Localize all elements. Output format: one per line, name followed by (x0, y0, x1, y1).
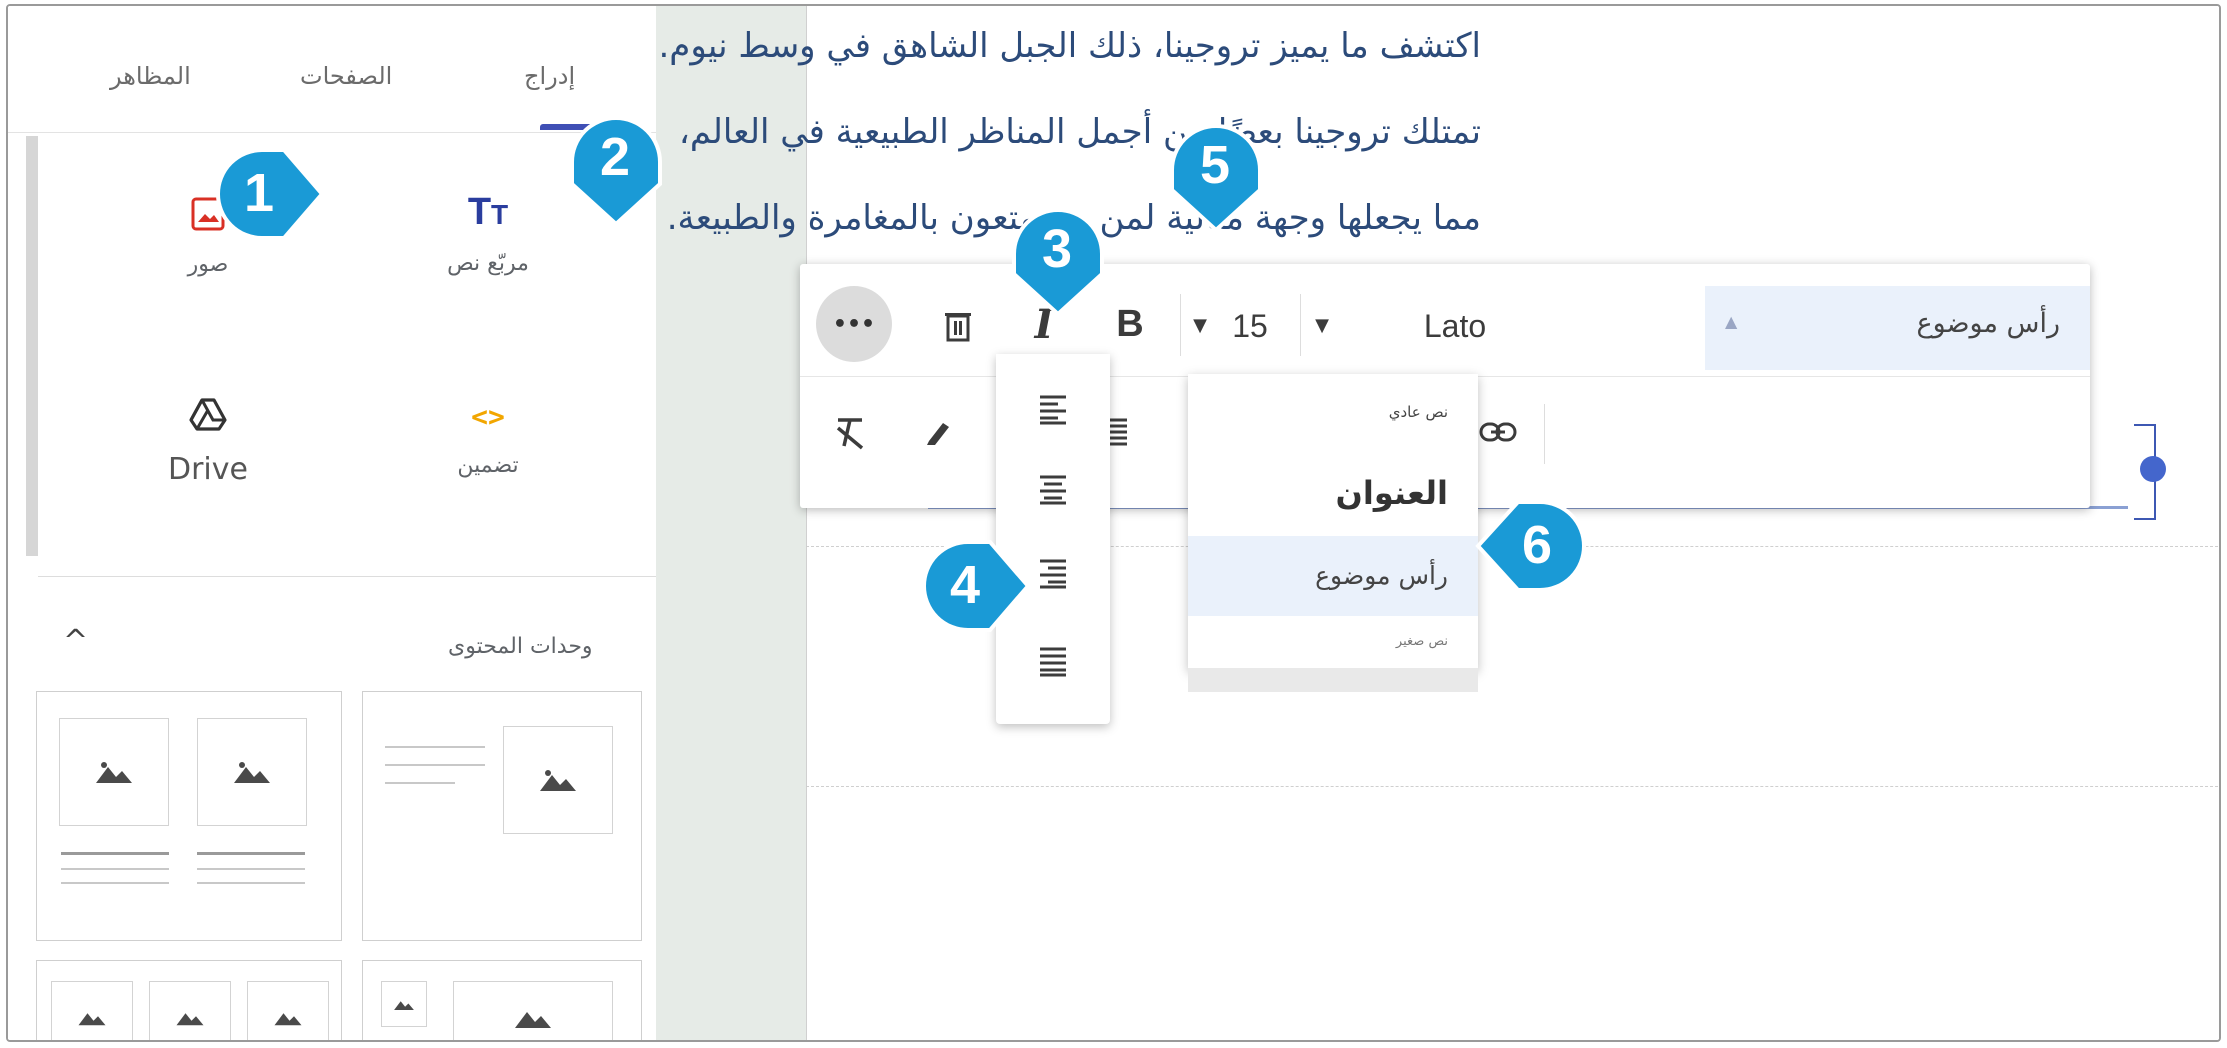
style-option-normal[interactable]: نص عادي (1188, 374, 1478, 450)
pencil-icon (927, 423, 949, 445)
align-center-option[interactable] (1026, 462, 1080, 516)
panel-scrollbar[interactable] (26, 136, 38, 556)
font-size-value[interactable]: 15 (1220, 296, 1280, 356)
image-placeholder-icon (149, 981, 231, 1040)
bold-button[interactable]: B (1100, 292, 1160, 356)
image-placeholder-icon (51, 981, 133, 1040)
trash-icon (945, 313, 971, 342)
align-left-icon (1040, 395, 1066, 425)
layout-card-text-image[interactable] (362, 691, 642, 941)
callout-number: 3 (1042, 219, 1073, 279)
style-dropdown-arrow: ▲ (1725, 312, 1738, 331)
embed-code-icon: <> (471, 400, 505, 433)
chevron-up-icon[interactable]: ^ (63, 624, 88, 659)
caption-line (197, 868, 305, 870)
highlight-button[interactable] (906, 400, 970, 464)
insert-embed-label: تضمين (457, 453, 519, 478)
style-dropdown-value: رأس موضوع (1916, 308, 2060, 339)
style-option-small-row: نص صغير (1188, 616, 1478, 668)
text-line (385, 764, 485, 766)
align-justify-option[interactable] (1026, 634, 1080, 688)
toolbar-separator (1300, 294, 1301, 356)
clear-formatting-button[interactable] (818, 400, 882, 464)
callout-number: 1 (244, 163, 275, 223)
tab-pages[interactable]: الصفحات (300, 62, 392, 90)
insert-drive[interactable]: Drive (133, 396, 283, 487)
app-frame: إدراج الصفحات المظاهر صور TT مربّع نص Dr… (6, 4, 2221, 1042)
caption-line (61, 868, 169, 870)
callout-number: 4 (950, 555, 981, 615)
callout-number: 2 (600, 127, 631, 187)
image-placeholder-icon (197, 718, 307, 826)
tab-themes[interactable]: المظاهر (110, 62, 191, 90)
style-option-heading[interactable]: رأس موضوع (1188, 536, 1478, 616)
callout-number: 6 (1522, 515, 1553, 575)
layout-card-image-grid[interactable] (362, 960, 642, 1040)
insert-textbox[interactable]: TT مربّع نص (408, 192, 568, 276)
font-name-value[interactable]: Lato (1400, 296, 1510, 356)
font-dropdown-arrow[interactable]: ▼ (1310, 300, 1334, 350)
resize-handle[interactable] (2140, 456, 2166, 482)
caption-line (61, 852, 169, 855)
caption-line (61, 882, 169, 884)
caption-line (197, 882, 305, 884)
body-text-line[interactable]: اكتشف ما يميز تروجينا، ذلك الجبل الشاهق … (658, 26, 1481, 66)
layout-card-two-images[interactable] (36, 691, 342, 941)
align-center-icon (1040, 475, 1066, 505)
font-size-dropdown-arrow[interactable]: ▼ (1188, 300, 1212, 350)
clear-format-icon (836, 418, 864, 450)
style-option-small[interactable]: نص صغير (1188, 616, 1478, 668)
align-justify-icon (1040, 647, 1066, 677)
text-line (385, 746, 485, 748)
toolbar-separator (1544, 404, 1545, 464)
image-placeholder-icon (381, 981, 427, 1027)
callout-badge (922, 540, 1031, 632)
toolbar-separator (1180, 294, 1181, 356)
layout-card-three-images[interactable] (36, 960, 342, 1040)
insert-textbox-label: مربّع نص (447, 251, 529, 276)
more-options-button[interactable]: ••• (816, 286, 892, 362)
content-blocks-title: وحدات المحتوى (448, 634, 593, 659)
panel-tabs: إدراج الصفحات المظاهر (8, 6, 656, 134)
image-placeholder-icon (59, 718, 169, 826)
body-text-line[interactable]: تمتلك تروجينا بعضًا من أجمل المناظر الطب… (679, 112, 1481, 152)
insert-drive-label: Drive (168, 452, 248, 487)
canvas-margin (656, 6, 806, 1040)
insert-images-label: صور (187, 252, 229, 277)
tab-insert[interactable]: إدراج (524, 62, 575, 90)
align-left-option[interactable] (1026, 382, 1080, 436)
insert-embed[interactable]: <> تضمين (408, 400, 568, 479)
callout-number: 5 (1200, 135, 1231, 195)
text-line (385, 782, 455, 784)
caption-line (197, 852, 305, 855)
image-placeholder-icon (247, 981, 329, 1040)
link-icon (1479, 422, 1517, 442)
drive-icon (189, 398, 227, 431)
callout-badge (216, 148, 325, 240)
image-placeholder-icon (503, 726, 613, 834)
delete-button[interactable] (928, 296, 988, 356)
tabs-divider (8, 132, 656, 133)
panel-divider (38, 576, 656, 577)
textbox-icon: TT (467, 191, 509, 233)
style-dropdown[interactable]: ▲ رأس موضوع (1705, 286, 2090, 370)
style-option-title[interactable]: العنوان (1188, 450, 1478, 536)
image-placeholder-icon (453, 981, 613, 1040)
